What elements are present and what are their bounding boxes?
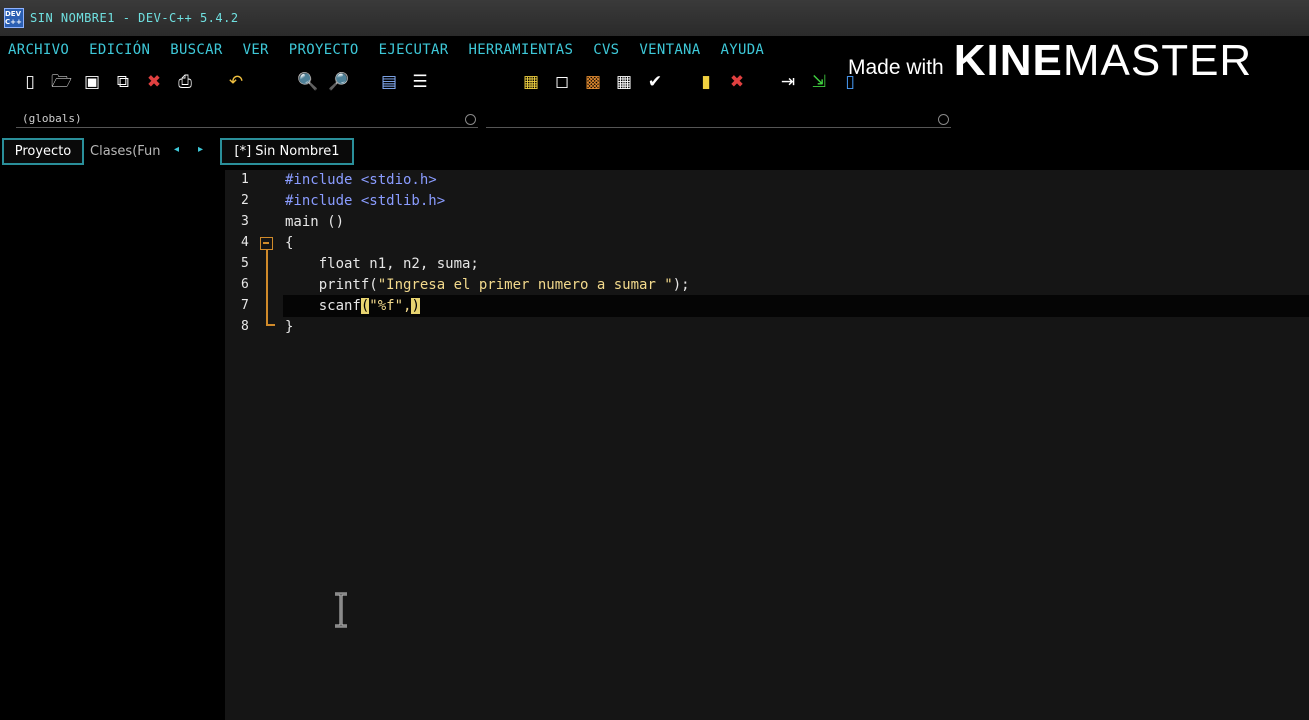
compile-icon[interactable]: ▦ bbox=[521, 72, 541, 92]
line-number: 6 bbox=[241, 277, 249, 292]
stop-icon[interactable]: ✖ bbox=[727, 72, 747, 92]
line-number: 2 bbox=[241, 193, 249, 208]
preprocessor-directive: #include <stdlib.h> bbox=[285, 193, 446, 209]
menu-proyecto[interactable]: PROYECTO bbox=[289, 42, 359, 58]
list-icon[interactable]: ☰ bbox=[410, 72, 430, 92]
fold-guide-end bbox=[266, 324, 275, 326]
code-token: scanf bbox=[285, 298, 361, 314]
line-number: 7 bbox=[241, 298, 249, 313]
kinemaster-watermark: Made with KINE MASTER bbox=[848, 34, 1252, 84]
menu-ayuda[interactable]: AYUDA bbox=[721, 42, 765, 58]
new-file-icon[interactable]: ▯ bbox=[20, 72, 40, 92]
scope-dropdown[interactable]: (globals) bbox=[16, 106, 478, 128]
code-line-7: scanf("%f",) bbox=[285, 298, 420, 314]
scope-value: (globals) bbox=[22, 112, 82, 125]
menu-ejecutar[interactable]: EJECUTAR bbox=[379, 42, 449, 58]
scope-dropdown-icon[interactable] bbox=[465, 114, 476, 125]
toolbar: ▯ 🗁 ▣ ⧉ ✖ ⎙ ↶ 🔍 🔎 ▤ ☰ ▦ ◻ ▩ ▦ ✔ ▮ ✖ ⇥ ⇲ … bbox=[0, 64, 980, 100]
syntax-check-icon[interactable]: ✔ bbox=[645, 72, 665, 92]
code-line-8: } bbox=[285, 319, 294, 335]
watermark-brand: MASTER bbox=[1062, 36, 1253, 85]
code-line-1: #include <stdio.h> bbox=[285, 172, 437, 188]
watermark-brand-bold: KINE bbox=[953, 36, 1063, 85]
replace-icon[interactable]: 🔎 bbox=[328, 72, 349, 92]
window-title: SIN NOMBRE1 - DEV-C++ 5.4.2 bbox=[30, 11, 239, 25]
save-icon[interactable]: ▣ bbox=[82, 72, 102, 92]
code-line-3: main () bbox=[285, 214, 345, 230]
string-literal: "%f", bbox=[369, 298, 412, 314]
line-number: 3 bbox=[241, 214, 249, 229]
tab-scroll-left-icon[interactable]: ◂ bbox=[174, 144, 179, 155]
fold-guide bbox=[266, 250, 268, 324]
fold-collapse-icon[interactable] bbox=[260, 237, 273, 250]
line-number: 5 bbox=[241, 256, 249, 271]
rebuild-icon[interactable]: ▦ bbox=[614, 72, 634, 92]
title-bar: DEV C++ SIN NOMBRE1 - DEV-C++ 5.4.2 bbox=[0, 0, 1309, 36]
profile-icon[interactable]: ▮ bbox=[696, 72, 716, 92]
devcpp-app-icon: DEV C++ bbox=[4, 8, 24, 28]
save-all-icon[interactable]: ⧉ bbox=[113, 72, 133, 92]
code-editor[interactable]: 1 2 3 4 5 6 7 8 #include <stdio.h> #incl… bbox=[225, 170, 1309, 720]
line-number: 1 bbox=[241, 172, 249, 187]
scope-bar: (globals) bbox=[16, 106, 951, 130]
undo-icon[interactable]: ↶ bbox=[226, 72, 246, 92]
add-icon[interactable]: ⇲ bbox=[809, 72, 829, 92]
tab-proyecto[interactable]: Proyecto bbox=[2, 138, 84, 165]
tab-clases[interactable]: Clases(Fun bbox=[90, 144, 161, 159]
compile-run-icon[interactable]: ▩ bbox=[583, 72, 603, 92]
code-line-2: #include <stdlib.h> bbox=[285, 193, 445, 209]
tab-scroll-right-icon[interactable]: ▸ bbox=[198, 144, 203, 155]
string-literal: "Ingresa el primer numero a sumar " bbox=[377, 277, 673, 293]
matched-brace: ) bbox=[411, 298, 420, 314]
function-dropdown-icon[interactable] bbox=[938, 114, 949, 125]
code-line-5: float n1, n2, suma; bbox=[285, 256, 479, 272]
project-panel bbox=[0, 168, 225, 720]
line-number: 8 bbox=[241, 319, 249, 334]
menu-cvs[interactable]: CVS bbox=[593, 42, 619, 58]
menu-archivo[interactable]: ARCHIVO bbox=[8, 42, 69, 58]
print-icon[interactable]: ⎙ bbox=[175, 72, 195, 92]
menu-buscar[interactable]: BUSCAR bbox=[170, 42, 222, 58]
run-icon[interactable]: ◻ bbox=[552, 72, 572, 92]
code-token: ); bbox=[672, 277, 690, 293]
preprocessor-directive: #include <stdio.h> bbox=[285, 172, 437, 188]
tab-file-sin-nombre1[interactable]: [*] Sin Nombre1 bbox=[220, 138, 354, 165]
close-file-icon[interactable]: ✖ bbox=[144, 72, 164, 92]
menu-ver[interactable]: VER bbox=[243, 42, 269, 58]
watermark-made-with: Made with bbox=[848, 56, 944, 79]
insert-icon[interactable]: ⇥ bbox=[778, 72, 798, 92]
line-number: 4 bbox=[241, 235, 249, 250]
open-file-icon[interactable]: 🗁 bbox=[51, 72, 72, 92]
menu-edicion[interactable]: EDICIÓN bbox=[89, 42, 150, 58]
tabs-row: Proyecto Clases(Fun ◂ ▸ [*] Sin Nombre1 bbox=[0, 136, 1309, 168]
find-icon[interactable]: 🔍 bbox=[297, 72, 318, 92]
function-dropdown[interactable] bbox=[486, 106, 951, 128]
text-cursor-icon bbox=[335, 592, 347, 628]
goto-icon[interactable]: ▤ bbox=[379, 72, 399, 92]
menu-ventana[interactable]: VENTANA bbox=[639, 42, 700, 58]
code-line-6: printf("Ingresa el primer numero a sumar… bbox=[285, 277, 690, 293]
code-token: printf( bbox=[285, 277, 378, 293]
current-line-highlight bbox=[283, 295, 1309, 317]
menu-herramientas[interactable]: HERRAMIENTAS bbox=[468, 42, 573, 58]
code-line-4: { bbox=[285, 235, 294, 251]
line-number-gutter: 1 2 3 4 5 6 7 8 bbox=[225, 170, 265, 720]
